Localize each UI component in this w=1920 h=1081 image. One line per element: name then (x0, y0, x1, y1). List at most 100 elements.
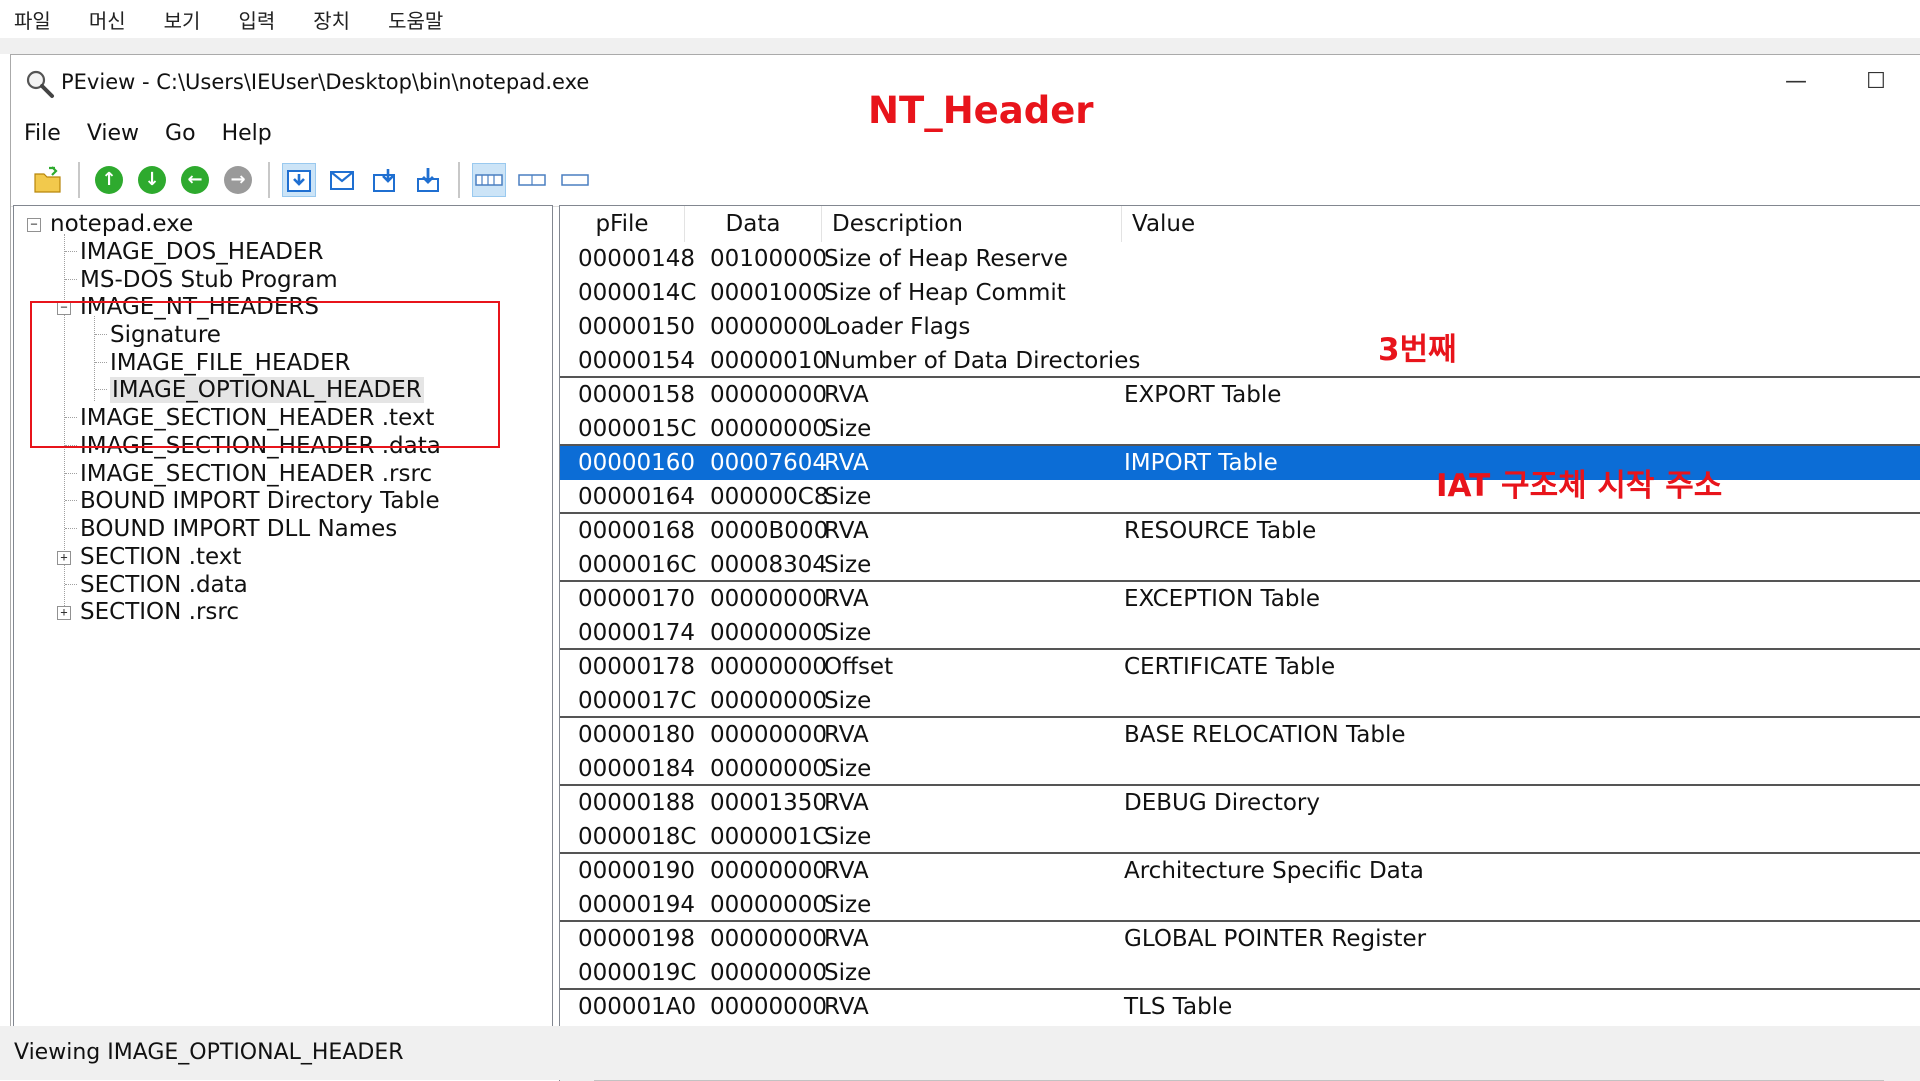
host-menu-help[interactable]: 도움말 (388, 5, 443, 34)
column-header-pfile[interactable]: pFile (560, 206, 685, 242)
status-text: Viewing IMAGE_OPTIONAL_HEADER (14, 1040, 404, 1065)
go-forward-button[interactable]: → (221, 163, 255, 197)
table-row[interactable]: 00000178 00000000 Offset CERTIFICATE Table (560, 650, 1920, 684)
table-row[interactable]: 0000019C 00000000 Size (560, 956, 1920, 990)
cell-data: 00000000 (710, 722, 828, 748)
host-separator (0, 38, 1920, 54)
expand-toggle[interactable]: + (57, 551, 71, 565)
host-menu-devices[interactable]: 장치 (313, 5, 350, 34)
table-row[interactable]: 00000198 00000000 RVA GLOBAL POINTER Regist… (560, 922, 1920, 956)
import-doc-icon (373, 168, 395, 192)
tree-connector (65, 500, 77, 501)
detail-list-pane[interactable]: pFile Data Description Value 00000148 001… (559, 205, 1920, 1081)
host-menu-view[interactable]: 보기 (164, 5, 201, 34)
cell-data: 00007604 (710, 450, 828, 476)
menu-file[interactable]: File (24, 121, 61, 146)
cell-description: Number of Data Directories (824, 348, 1141, 374)
cell-description: Size (824, 552, 872, 578)
view-byte-button[interactable] (472, 162, 506, 197)
cell-description: Size (824, 892, 872, 918)
view-word-button[interactable] (515, 163, 549, 197)
go-up-button[interactable]: ↑ (92, 163, 126, 197)
arrow-right-icon: → (224, 165, 252, 194)
table-row[interactable]: 00000148 00100000 Size of Heap Reserve (560, 242, 1920, 276)
view-mail-button[interactable] (325, 163, 359, 197)
table-row[interactable]: 00000184 00000000 Size (560, 752, 1920, 786)
cell-pfile: 00000194 (578, 892, 696, 918)
tree-item-section-rsrc[interactable]: SECTION .rsrc (80, 596, 239, 628)
status-bar: Viewing IMAGE_OPTIONAL_HEADER (0, 1026, 1920, 1080)
menu-go[interactable]: Go (165, 121, 196, 146)
table-row[interactable]: 00000190 00000000 RVA Architecture Specific… (560, 854, 1920, 888)
view-data-button[interactable] (282, 162, 316, 197)
column-header-value[interactable]: Value (1122, 206, 1920, 242)
cell-pfile: 00000164 (578, 484, 696, 510)
cell-pfile: 00000174 (578, 620, 696, 646)
cell-pfile: 000001A0 (578, 994, 697, 1020)
table-row[interactable]: 00000174 00000000 Size (560, 616, 1920, 650)
cell-data: 00000000 (710, 314, 828, 340)
download-doc-icon (287, 169, 311, 192)
cell-value: IMPORT Table (1124, 450, 1278, 476)
envelope-icon (330, 170, 354, 190)
maximize-button[interactable]: ☐ (1856, 65, 1896, 99)
column-header-data[interactable]: Data (685, 206, 822, 242)
table-row[interactable]: 00000168 0000B000 RVA RESOURCE Table (560, 514, 1920, 548)
table-row[interactable]: 00000158 00000000 RVA EXPORT Table (560, 378, 1920, 412)
tree-pane[interactable]: − notepad.exe IMAGE_DOS_HEADER MS-DOS St… (13, 205, 553, 1033)
host-menu-machine[interactable]: 머신 (89, 5, 126, 34)
export-doc-icon (417, 167, 439, 192)
table-row[interactable]: 00000188 00001350 RVA DEBUG Directory (560, 786, 1920, 820)
cell-pfile: 00000170 (578, 586, 696, 612)
word-view-icon (518, 173, 546, 186)
cell-value: EXPORT Table (1124, 382, 1282, 408)
cell-data: 00000010 (710, 348, 828, 374)
cell-pfile: 00000190 (578, 858, 696, 884)
collapse-toggle[interactable]: − (27, 218, 41, 232)
tree-connector (65, 473, 77, 474)
minimize-button[interactable]: — (1776, 65, 1816, 99)
cell-data: 00100000 (710, 246, 828, 272)
menu-help[interactable]: Help (222, 121, 272, 146)
host-menu-input[interactable]: 입력 (238, 5, 275, 34)
tree-item-label: IMAGE_SECTION_HEADER .rsrc (80, 461, 433, 487)
view-export-button[interactable] (411, 163, 445, 197)
peview-window: PEview - C:\Users\IEUser\Desktop\bin\not… (10, 54, 1920, 1081)
cell-value: BASE RELOCATION Table (1124, 722, 1406, 748)
view-save-button[interactable] (368, 163, 402, 197)
arrow-up-icon: ↑ (95, 165, 123, 194)
tree-item-label: BOUND IMPORT Directory Table (80, 488, 440, 514)
menu-bar: File View Go Help (11, 113, 1920, 153)
view-dword-button[interactable] (558, 163, 592, 197)
annotation-highlight-box (30, 301, 500, 448)
cell-pfile: 00000184 (578, 756, 696, 782)
table-row[interactable]: 000001A0 00000000 RVA TLS Table (560, 990, 1920, 1024)
toolbar-separator (78, 161, 80, 198)
table-row[interactable]: 0000015C 00000000 Size (560, 412, 1920, 446)
table-row[interactable]: 00000154 00000010 Number of Data Directori… (560, 344, 1920, 378)
expand-toggle[interactable]: + (57, 606, 71, 620)
go-back-button[interactable]: ← (178, 163, 212, 197)
table-row[interactable]: 0000016C 00008304 Size (560, 548, 1920, 582)
table-row[interactable]: 00000180 00000000 RVA BASE RELOCATION Table (560, 718, 1920, 752)
cell-description: RVA (824, 722, 869, 748)
table-row[interactable]: 00000170 00000000 RVA EXCEPTION Table (560, 582, 1920, 616)
cell-value: RESOURCE Table (1124, 518, 1317, 544)
column-header-description[interactable]: Description (822, 206, 1122, 242)
tree-item-label: MS-DOS Stub Program (80, 267, 338, 293)
cell-pfile: 00000180 (578, 722, 696, 748)
go-down-button[interactable]: ↓ (135, 163, 169, 197)
host-menu-file[interactable]: 파일 (14, 5, 51, 34)
cell-pfile: 00000168 (578, 518, 696, 544)
cell-description: Size (824, 484, 872, 510)
table-row[interactable]: 00000194 00000000 Size (560, 888, 1920, 922)
cell-pfile: 00000198 (578, 926, 696, 952)
table-row[interactable]: 00000150 00000000 Loader Flags (560, 310, 1920, 344)
open-file-button[interactable] (31, 163, 65, 197)
table-row[interactable]: 0000014C 00001000 Size of Heap Commit (560, 276, 1920, 310)
menu-view[interactable]: View (87, 121, 139, 146)
arrow-down-icon: ↓ (138, 165, 166, 194)
tree-item-label: SECTION .data (80, 572, 248, 598)
table-row[interactable]: 0000018C 0000001C Size (560, 820, 1920, 854)
table-row[interactable]: 0000017C 00000000 Size (560, 684, 1920, 718)
